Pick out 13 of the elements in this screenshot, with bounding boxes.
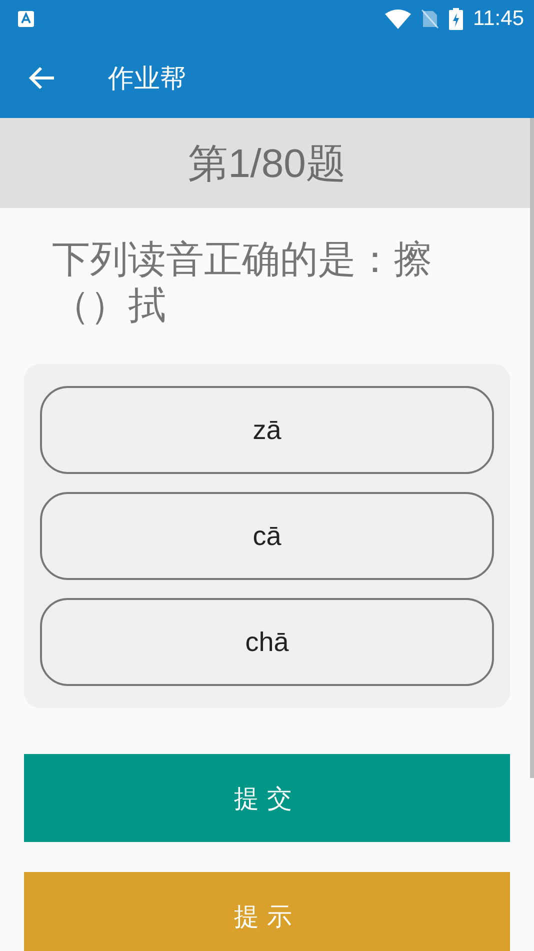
battery-charging-icon (449, 8, 463, 30)
no-sim-icon (421, 9, 439, 29)
app-notification-icon (18, 11, 34, 27)
app-title: 作业帮 (108, 62, 186, 96)
wifi-icon (385, 9, 411, 29)
question-text: 下列读音正确的是：擦（）拭 (52, 236, 433, 328)
answer-option[interactable]: cā (40, 492, 494, 580)
question-counter: 第1/80题 (188, 140, 346, 188)
answer-option[interactable]: zā (40, 386, 494, 474)
back-arrow-icon[interactable] (28, 64, 56, 92)
answer-option[interactable]: chā (40, 598, 494, 686)
submit-button[interactable]: 提交 (24, 754, 510, 842)
clock-time: 11:45 (473, 7, 524, 31)
